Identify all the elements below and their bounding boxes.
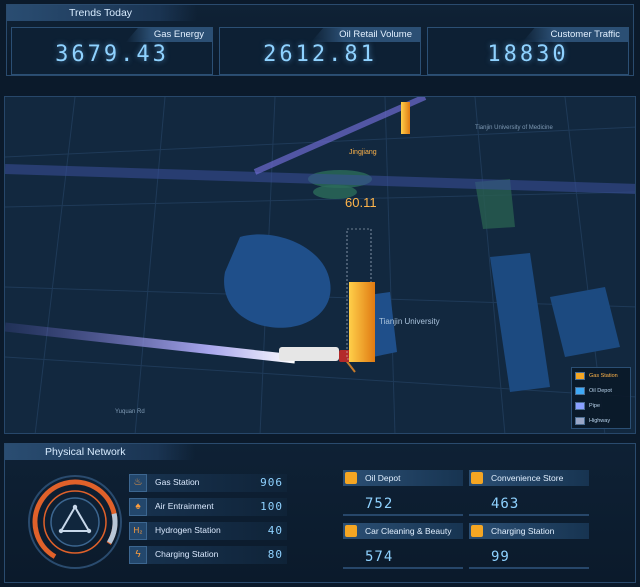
bar-value-label: 60.11 xyxy=(345,195,377,210)
car-icon xyxy=(345,525,357,537)
map-canvas[interactable] xyxy=(5,97,636,434)
map-legend: Gas Station Oil Depot Pipe Highway xyxy=(571,367,631,429)
network-gauge xyxy=(28,475,122,569)
gas-volume-bar xyxy=(349,282,375,362)
store-icon xyxy=(471,472,483,484)
pipe-icon xyxy=(575,401,585,410)
network-title: Physical Network xyxy=(5,444,195,460)
card-convenience-store[interactable]: Convenience Store 463 xyxy=(469,470,589,520)
legend-item-highway[interactable]: Highway xyxy=(572,413,630,428)
network-row-charging-station[interactable]: ϟ Charging Station 80 xyxy=(129,546,287,564)
charger-icon xyxy=(471,525,483,537)
university-label: Tianjin University xyxy=(379,317,440,326)
kpi-value: 3679.43 xyxy=(55,42,169,67)
trends-panel: Trends Today Gas Energy 3679.43 Oil Reta… xyxy=(6,4,634,76)
oil-depot-icon xyxy=(575,386,585,395)
legend-item-oil[interactable]: Oil Depot xyxy=(572,383,630,398)
map-view[interactable]: Jingjiang Tianjin University Tianjin Uni… xyxy=(4,96,636,434)
kpi-customer-traffic: Customer Traffic 18830 xyxy=(427,27,629,75)
card-charging-station[interactable]: Charging Station 99 xyxy=(469,523,589,573)
oil-tank-icon xyxy=(345,472,357,484)
kpi-gas-energy: Gas Energy 3679.43 xyxy=(11,27,213,75)
card-oil-depot[interactable]: Oil Depot 752 xyxy=(343,470,463,520)
flame-icon: ♨ xyxy=(129,474,147,492)
kpi-value: 18830 xyxy=(487,42,569,67)
gas-station-icon xyxy=(575,371,585,380)
physical-network-panel: Physical Network ♨ Gas Station 906 ♠ Air… xyxy=(4,443,636,583)
kpi-oil-retail: Oil Retail Volume 2612.81 xyxy=(219,27,421,75)
station-label: Jingjiang xyxy=(349,149,377,156)
kpi-label: Customer Traffic xyxy=(522,28,628,42)
network-row-gas-station[interactable]: ♨ Gas Station 906 xyxy=(129,474,287,492)
tanker-truck xyxy=(279,347,339,361)
kpi-label: Gas Energy xyxy=(125,28,212,42)
legend-item-pipe[interactable]: Pipe xyxy=(572,398,630,413)
air-icon: ♠ xyxy=(129,498,147,516)
trends-title: Trends Today xyxy=(7,5,197,21)
road-label: Yuquan Rd xyxy=(115,409,145,415)
network-row-hydrogen-station[interactable]: H₂ Hydrogen Station 40 xyxy=(129,522,287,540)
lightning-icon: ϟ xyxy=(129,546,147,564)
highway-icon xyxy=(575,416,585,425)
card-car-cleaning[interactable]: Car Cleaning & Beauty 574 xyxy=(343,523,463,573)
medicine-label: Tianjin University of Medicine xyxy=(475,125,553,131)
kpi-label: Oil Retail Volume xyxy=(311,28,420,42)
kpi-value: 2612.81 xyxy=(263,42,377,67)
legend-item-gas[interactable]: Gas Station xyxy=(572,368,630,383)
hydrogen-icon: H₂ xyxy=(129,522,147,540)
network-row-air-entrainment[interactable]: ♠ Air Entrainment 100 xyxy=(129,498,287,516)
